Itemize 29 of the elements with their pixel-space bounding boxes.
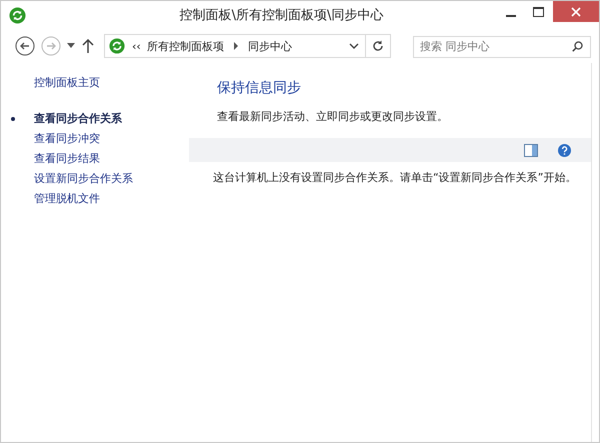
close-icon[interactable] (570, 6, 581, 16)
window-title: 控制面板\所有控制面板项\同步中心 (178, 7, 384, 24)
sidebar-link[interactable]: 查看同步合作关系 (1, 109, 189, 129)
back-button[interactable] (15, 36, 35, 56)
page-description: 查看最新同步活动、立即同步或更改同步设置。 (216, 109, 449, 124)
sidebar-link[interactable]: 查看同步冲突 (1, 129, 189, 149)
up-button[interactable] (82, 39, 94, 53)
sidebar-link[interactable]: 管理脱机文件 (1, 189, 189, 209)
recent-dropdown-button[interactable] (67, 43, 76, 49)
close-button[interactable] (552, 1, 599, 22)
sidebar-home-link[interactable]: 控制面板主页 (1, 73, 189, 93)
page-heading: 保持信息同步 (216, 79, 302, 97)
bullet-icon (10, 117, 14, 121)
breadcrumb[interactable]: 同步中心 (244, 38, 295, 54)
layout-icon[interactable] (524, 144, 538, 156)
refresh-icon[interactable] (372, 40, 384, 52)
overflow-breadcrumb[interactable]: ‹‹ (129, 40, 144, 52)
search-field[interactable]: 搜索 同步中心 (413, 36, 591, 58)
maximize-icon[interactable] (533, 6, 544, 16)
sync-icon (9, 6, 26, 24)
breadcrumb[interactable]: 所有控制面板项 (144, 38, 227, 54)
sidebar-link[interactable]: 查看同步结果 (1, 149, 189, 169)
help-icon[interactable] (558, 144, 571, 156)
empty-message: 这台计算机上没有设置同步合作关系。请单击“设置新同步合作关系”开始。 (212, 170, 578, 185)
chevron-down-icon[interactable] (349, 42, 359, 50)
sidebar-link[interactable]: 设置新同步合作关系 (1, 169, 189, 189)
search-icon[interactable] (572, 41, 583, 52)
sync-icon (109, 38, 125, 54)
chevron-right-icon[interactable] (232, 42, 239, 50)
